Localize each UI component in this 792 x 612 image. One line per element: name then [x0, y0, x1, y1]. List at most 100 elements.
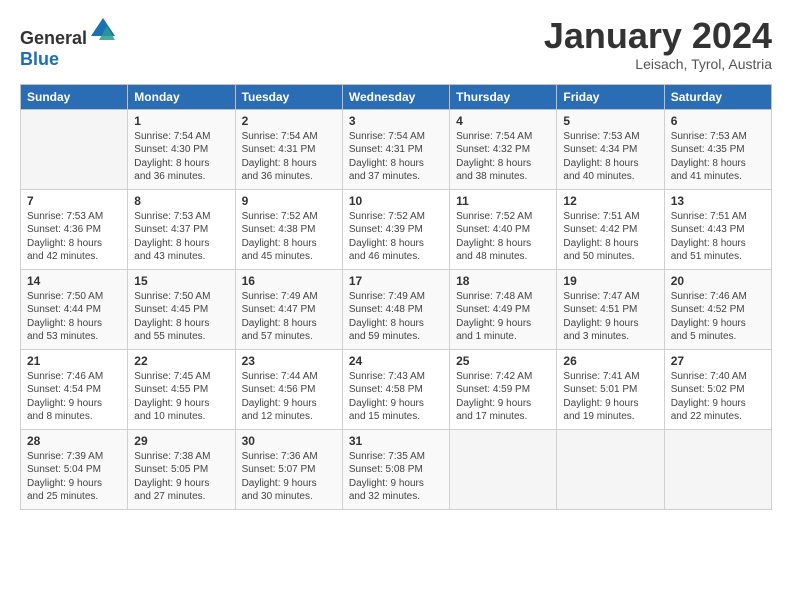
header-sunday: Sunday	[21, 84, 128, 109]
day-number: 27	[671, 354, 765, 368]
day-number: 9	[242, 194, 336, 208]
day-info: Sunrise: 7:38 AMSunset: 5:05 PMDaylight:…	[134, 450, 228, 504]
day-number: 29	[134, 434, 228, 448]
day-number: 30	[242, 434, 336, 448]
day-info: Sunrise: 7:54 AMSunset: 4:30 PMDaylight:…	[134, 130, 228, 184]
header-friday: Friday	[557, 84, 664, 109]
day-info: Sunrise: 7:52 AMSunset: 4:38 PMDaylight:…	[242, 210, 336, 264]
table-row: 11 Sunrise: 7:52 AMSunset: 4:40 PMDayligh…	[450, 189, 557, 269]
day-info: Sunrise: 7:36 AMSunset: 5:07 PMDaylight:…	[242, 450, 336, 504]
header-monday: Monday	[128, 84, 235, 109]
day-info: Sunrise: 7:46 AMSunset: 4:54 PMDaylight:…	[27, 370, 121, 424]
table-row: 21 Sunrise: 7:46 AMSunset: 4:54 PMDayligh…	[21, 349, 128, 429]
table-row: 18 Sunrise: 7:48 AMSunset: 4:49 PMDayligh…	[450, 269, 557, 349]
table-row: 3 Sunrise: 7:54 AMSunset: 4:31 PMDaylight…	[342, 109, 449, 189]
header-saturday: Saturday	[664, 84, 771, 109]
header-tuesday: Tuesday	[235, 84, 342, 109]
day-number: 12	[563, 194, 657, 208]
day-number: 11	[456, 194, 550, 208]
day-number: 31	[349, 434, 443, 448]
day-number: 13	[671, 194, 765, 208]
header-thursday: Thursday	[450, 84, 557, 109]
day-number: 20	[671, 274, 765, 288]
day-info: Sunrise: 7:54 AMSunset: 4:31 PMDaylight:…	[242, 130, 336, 184]
table-row: 8Sunrise: 7:53 AMSunset: 4:37 PMDaylight…	[128, 189, 235, 269]
table-row: 4 Sunrise: 7:54 AMSunset: 4:32 PMDaylight…	[450, 109, 557, 189]
day-info: Sunrise: 7:49 AMSunset: 4:47 PMDaylight:…	[242, 290, 336, 344]
day-info: Sunrise: 7:48 AMSunset: 4:49 PMDaylight:…	[456, 290, 550, 344]
table-row: 6 Sunrise: 7:53 AMSunset: 4:35 PMDaylight…	[664, 109, 771, 189]
day-number: 10	[349, 194, 443, 208]
calendar-table: Sunday Monday Tuesday Wednesday Thursday…	[20, 84, 772, 510]
day-info: Sunrise: 7:53 AMSunset: 4:36 PMDaylight:…	[27, 210, 121, 264]
day-info: Sunrise: 7:53 AMSunset: 4:35 PMDaylight:…	[671, 130, 765, 184]
calendar-week-row: 28Sunrise: 7:39 AMSunset: 5:04 PMDayligh…	[21, 429, 772, 509]
calendar-week-row: 14 Sunrise: 7:50 AMSunset: 4:44 PMDayligh…	[21, 269, 772, 349]
day-info: Sunrise: 7:53 AMSunset: 4:34 PMDaylight:…	[563, 130, 657, 184]
table-row: 17Sunrise: 7:49 AMSunset: 4:48 PMDayligh…	[342, 269, 449, 349]
table-row: 13 Sunrise: 7:51 AMSunset: 4:43 PMDayligh…	[664, 189, 771, 269]
table-row: 1 Sunrise: 7:54 AMSunset: 4:30 PMDaylight…	[128, 109, 235, 189]
day-info: Sunrise: 7:44 AMSunset: 4:56 PMDaylight:…	[242, 370, 336, 424]
day-number: 4	[456, 114, 550, 128]
header-wednesday: Wednesday	[342, 84, 449, 109]
table-row: 9 Sunrise: 7:52 AMSunset: 4:38 PMDaylight…	[235, 189, 342, 269]
day-info: Sunrise: 7:54 AMSunset: 4:31 PMDaylight:…	[349, 130, 443, 184]
day-info: Sunrise: 7:50 AMSunset: 4:45 PMDaylight:…	[134, 290, 228, 344]
day-number: 6	[671, 114, 765, 128]
calendar-week-row: 7 Sunrise: 7:53 AMSunset: 4:36 PMDaylight…	[21, 189, 772, 269]
table-row: 14 Sunrise: 7:50 AMSunset: 4:44 PMDayligh…	[21, 269, 128, 349]
table-row: 23 Sunrise: 7:44 AMSunset: 4:56 PMDayligh…	[235, 349, 342, 429]
day-info: Sunrise: 7:40 AMSunset: 5:02 PMDaylight:…	[671, 370, 765, 424]
table-row: 30 Sunrise: 7:36 AMSunset: 5:07 PMDayligh…	[235, 429, 342, 509]
table-row: 2 Sunrise: 7:54 AMSunset: 4:31 PMDaylight…	[235, 109, 342, 189]
day-info: Sunrise: 7:43 AMSunset: 4:58 PMDaylight:…	[349, 370, 443, 424]
day-number: 23	[242, 354, 336, 368]
day-number: 18	[456, 274, 550, 288]
day-number: 3	[349, 114, 443, 128]
day-info: Sunrise: 7:50 AMSunset: 4:44 PMDaylight:…	[27, 290, 121, 344]
table-row: 27 Sunrise: 7:40 AMSunset: 5:02 PMDayligh…	[664, 349, 771, 429]
title-section: January 2024 Leisach, Tyrol, Austria	[544, 16, 772, 72]
table-row: 22Sunrise: 7:45 AMSunset: 4:55 PMDayligh…	[128, 349, 235, 429]
day-info: Sunrise: 7:45 AMSunset: 4:55 PMDaylight:…	[134, 370, 228, 424]
table-row: 12 Sunrise: 7:51 AMSunset: 4:42 PMDayligh…	[557, 189, 664, 269]
day-number: 1	[134, 114, 228, 128]
day-info: Sunrise: 7:35 AMSunset: 5:08 PMDaylight:…	[349, 450, 443, 504]
table-row	[21, 109, 128, 189]
day-info: Sunrise: 7:52 AMSunset: 4:40 PMDaylight:…	[456, 210, 550, 264]
table-row: 10 Sunrise: 7:52 AMSunset: 4:39 PMDayligh…	[342, 189, 449, 269]
day-info: Sunrise: 7:39 AMSunset: 5:04 PMDaylight:…	[27, 450, 121, 504]
table-row: 15 Sunrise: 7:50 AMSunset: 4:45 PMDayligh…	[128, 269, 235, 349]
month-title: January 2024	[544, 16, 772, 56]
day-number: 16	[242, 274, 336, 288]
calendar-header-row: Sunday Monday Tuesday Wednesday Thursday…	[21, 84, 772, 109]
day-info: Sunrise: 7:41 AMSunset: 5:01 PMDaylight:…	[563, 370, 657, 424]
day-info: Sunrise: 7:52 AMSunset: 4:39 PMDaylight:…	[349, 210, 443, 264]
table-row	[557, 429, 664, 509]
table-row: 26Sunrise: 7:41 AMSunset: 5:01 PMDayligh…	[557, 349, 664, 429]
table-row: 29 Sunrise: 7:38 AMSunset: 5:05 PMDayligh…	[128, 429, 235, 509]
table-row: 28Sunrise: 7:39 AMSunset: 5:04 PMDayligh…	[21, 429, 128, 509]
day-number: 14	[27, 274, 121, 288]
table-row: 31 Sunrise: 7:35 AMSunset: 5:08 PMDayligh…	[342, 429, 449, 509]
logo-general-text: General	[20, 28, 87, 48]
day-number: 15	[134, 274, 228, 288]
calendar-week-row: 21 Sunrise: 7:46 AMSunset: 4:54 PMDayligh…	[21, 349, 772, 429]
day-info: Sunrise: 7:51 AMSunset: 4:43 PMDaylight:…	[671, 210, 765, 264]
day-number: 2	[242, 114, 336, 128]
day-info: Sunrise: 7:54 AMSunset: 4:32 PMDaylight:…	[456, 130, 550, 184]
day-number: 24	[349, 354, 443, 368]
logo-blue-text: Blue	[20, 49, 59, 69]
day-info: Sunrise: 7:53 AMSunset: 4:37 PMDaylight:…	[134, 210, 228, 264]
day-info: Sunrise: 7:42 AMSunset: 4:59 PMDaylight:…	[456, 370, 550, 424]
table-row: 24 Sunrise: 7:43 AMSunset: 4:58 PMDayligh…	[342, 349, 449, 429]
day-info: Sunrise: 7:46 AMSunset: 4:52 PMDaylight:…	[671, 290, 765, 344]
table-row: 19Sunrise: 7:47 AMSunset: 4:51 PMDayligh…	[557, 269, 664, 349]
day-number: 19	[563, 274, 657, 288]
day-info: Sunrise: 7:51 AMSunset: 4:42 PMDaylight:…	[563, 210, 657, 264]
day-number: 7	[27, 194, 121, 208]
day-number: 21	[27, 354, 121, 368]
table-row: 16 Sunrise: 7:49 AMSunset: 4:47 PMDayligh…	[235, 269, 342, 349]
table-row: 5Sunrise: 7:53 AMSunset: 4:34 PMDaylight…	[557, 109, 664, 189]
